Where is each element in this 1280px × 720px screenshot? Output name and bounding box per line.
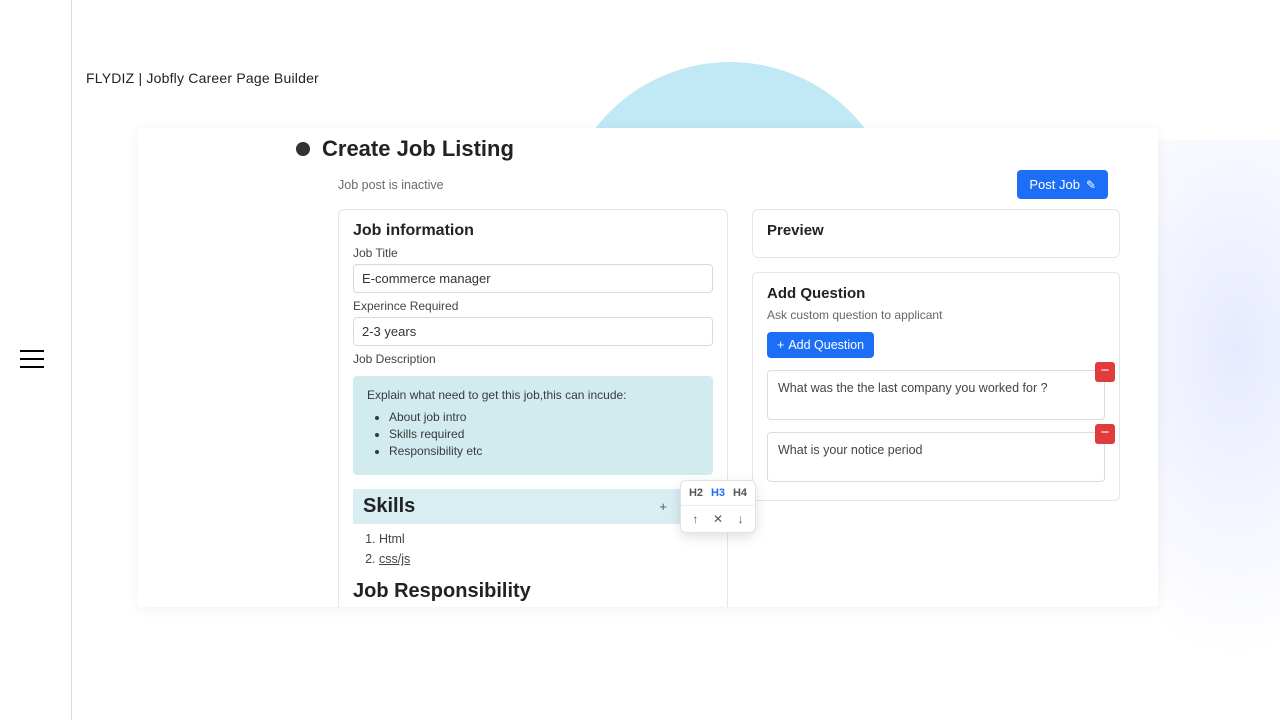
skill-item: css/js	[379, 552, 705, 566]
job-information-card: Job information Job Title Experince Requ…	[338, 209, 728, 607]
skills-heading-row[interactable]: Skills + ⋮⋮	[353, 489, 713, 524]
post-job-button[interactable]: Post Job ✎	[1017, 170, 1108, 199]
job-info-heading: Job information	[353, 222, 713, 240]
preview-heading: Preview	[767, 222, 1105, 239]
page-title: Create Job Listing	[322, 136, 514, 162]
heading-h4-button[interactable]: H4	[733, 487, 747, 499]
responsibility-heading: Job Responsibility	[353, 580, 713, 603]
hint-item: About job intro	[389, 410, 699, 424]
left-rail	[0, 0, 72, 720]
job-title-label: Job Title	[353, 246, 713, 260]
job-title-input[interactable]	[353, 264, 713, 293]
remove-question-button[interactable]: −	[1095, 362, 1115, 382]
move-up-icon[interactable]: ↑	[692, 512, 698, 526]
job-description-label: Job Description	[353, 352, 713, 366]
plus-icon[interactable]: +	[659, 499, 667, 515]
add-question-heading: Add Question	[767, 285, 1105, 302]
add-question-button[interactable]: + Add Question	[767, 332, 874, 358]
description-hint-box: Explain what need to get this job,this c…	[353, 376, 713, 475]
heading-h3-button[interactable]: H3	[711, 487, 725, 499]
move-down-icon[interactable]: ↓	[738, 512, 744, 526]
question-row: − What was the the last company you work…	[767, 370, 1105, 420]
question-input[interactable]: What was the the last company you worked…	[767, 370, 1105, 420]
skill-item: Html	[379, 532, 705, 546]
add-question-button-label: Add Question	[788, 338, 864, 352]
job-status-text: Job post is inactive	[338, 178, 444, 192]
delete-icon[interactable]: ✕	[713, 512, 723, 526]
heading-h2-button[interactable]: H2	[689, 487, 703, 499]
question-input[interactable]: What is your notice period	[767, 432, 1105, 482]
gear-icon	[298, 144, 308, 154]
menu-icon[interactable]	[20, 350, 44, 370]
window-header: Create Job Listing	[138, 128, 1158, 166]
heading-toolbar: H2 H3 H4 ↑ ✕ ↓	[680, 480, 756, 533]
skills-heading: Skills	[363, 495, 415, 518]
hint-item: Skills required	[389, 427, 699, 441]
status-row: Job post is inactive Post Job ✎	[138, 166, 1158, 209]
post-job-label: Post Job	[1029, 177, 1080, 192]
hint-item: Responsibility etc	[389, 444, 699, 458]
pencil-icon: ✎	[1086, 178, 1096, 192]
brand-text: FLYDIZ | Jobfly Career Page Builder	[86, 70, 319, 86]
description-hint-intro: Explain what need to get this job,this c…	[367, 388, 627, 402]
plus-icon: +	[777, 338, 784, 352]
app-window: Create Job Listing Job post is inactive …	[138, 128, 1158, 607]
experience-label: Experince Required	[353, 299, 713, 313]
add-question-subtext: Ask custom question to applicant	[767, 308, 1105, 322]
preview-card[interactable]: Preview	[752, 209, 1120, 258]
remove-question-button[interactable]: −	[1095, 424, 1115, 444]
skills-block: Skills + ⋮⋮ Html css/js	[353, 489, 713, 566]
question-row: − What is your notice period	[767, 432, 1105, 482]
experience-input[interactable]	[353, 317, 713, 346]
add-question-card: Add Question Ask custom question to appl…	[752, 272, 1120, 501]
